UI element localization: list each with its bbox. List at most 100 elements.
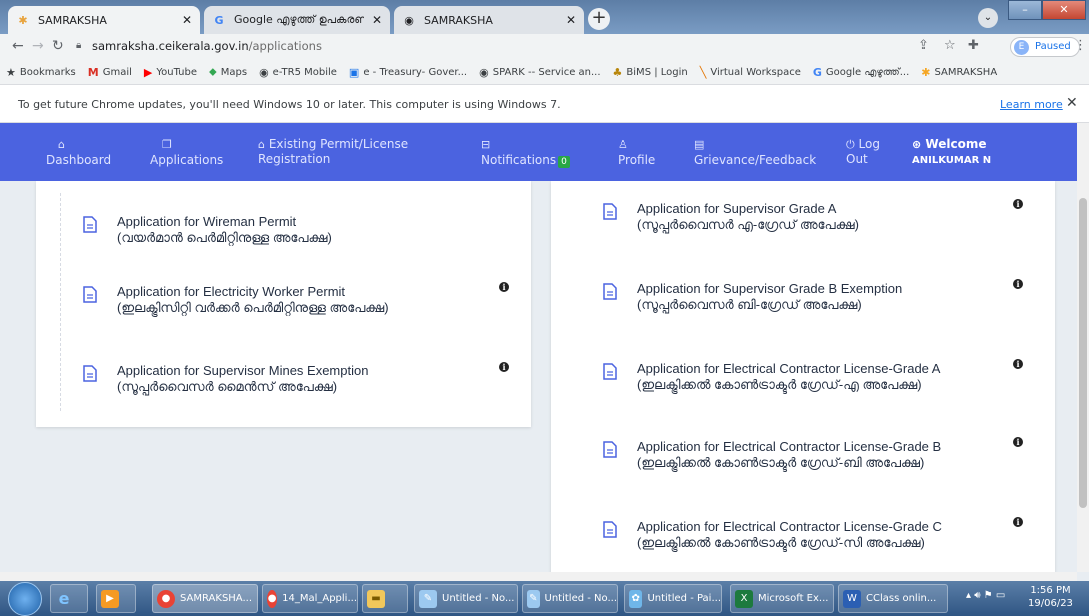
application-item-contractor-a[interactable]: Application for Electrical Contractor Li… (603, 361, 940, 392)
close-icon[interactable]: ✕ (372, 13, 382, 27)
bookmark-item[interactable]: M Gmail (88, 66, 132, 79)
excel-icon: X (735, 589, 753, 608)
nav-notifications[interactable]: ⊟ Notifications 0 (481, 137, 570, 168)
taskbar-item-word[interactable]: W CClass onlin... (838, 584, 948, 613)
info-icon[interactable]: i (1013, 279, 1023, 289)
bookmark-star-icon[interactable]: ☆ (944, 38, 956, 53)
bookmark-item[interactable]: ╲ Virtual Workspace (700, 66, 801, 79)
document-icon (603, 521, 617, 538)
nav-dashboard[interactable]: ⌂ Dashboard (46, 137, 111, 168)
tab-samraksha-active[interactable]: ✱ SAMRAKSHA ✕ (8, 6, 200, 34)
nav-existing-permit[interactable]: ⌂ Existing Permit/License Registration (258, 137, 408, 167)
taskbar-item-chrome-1[interactable]: ● SAMRAKSHA... (152, 584, 258, 613)
bookmark-item[interactable]: ⬥ Maps (209, 65, 247, 79)
learn-more-link[interactable]: Learn more (1000, 98, 1063, 111)
window-controls: – ✕ (1008, 0, 1086, 20)
close-icon[interactable]: ✕ (182, 13, 192, 27)
application-item-supervisor-mines[interactable]: Application for Supervisor Mines Exempti… (83, 363, 368, 394)
close-window-icon[interactable]: ✕ (1042, 0, 1086, 20)
share-icon[interactable]: ⇪ (918, 38, 929, 53)
scrollbar-thumb[interactable] (1079, 198, 1087, 508)
ie-icon: e (58, 589, 70, 608)
bookmark-item[interactable]: G Google എഴുത്ത്... (813, 66, 909, 79)
bookmark-item[interactable]: ◉ e-TR5 Mobile (259, 66, 337, 79)
back-icon[interactable]: ← (12, 38, 24, 54)
close-icon[interactable]: ✕ (1066, 95, 1078, 111)
application-subtitle: (സൂപ്പർവൈസർ എ-ഗ്രേഡ് അപേക്ഷ) (637, 217, 859, 232)
notification-count-badge: 0 (558, 156, 570, 168)
home-icon: ⌂ (258, 138, 265, 151)
timeline-divider (60, 193, 61, 411)
browser-toolbar: ← → ↻ 🔒︎ samraksha.ceikerala.gov.in/appl… (0, 34, 1089, 60)
application-title: Application for Electrical Contractor Li… (637, 519, 942, 534)
application-item-supervisor-b[interactable]: Application for Supervisor Grade B Exemp… (603, 281, 902, 312)
inbox-icon: ⊟ (481, 138, 491, 151)
browser-tabstrip: ✱ SAMRAKSHA ✕ G Google എഴുത്ത് ഉപകരണ ✕ ◉… (0, 0, 1089, 34)
taskbar-ie[interactable]: e (50, 584, 88, 613)
taskbar-item-excel[interactable]: X Microsoft Ex... (730, 584, 834, 613)
bookmark-item[interactable]: ◉ SPARK -- Service an... (479, 66, 600, 79)
taskbar-media[interactable]: ▶ (96, 584, 136, 613)
bookmark-item[interactable]: ✱ SAMRAKSHA (921, 66, 997, 79)
taskbar-item-chrome-2[interactable]: ● 14_Mal_Appli... (262, 584, 358, 613)
close-icon[interactable]: ✕ (566, 13, 576, 27)
bookmark-item[interactable]: ▶ YouTube (144, 66, 197, 79)
nav-logout[interactable]: ⏻ Log Out (846, 137, 880, 167)
new-tab-button[interactable]: + (588, 8, 610, 30)
forward-icon[interactable]: → (32, 38, 44, 54)
application-item-supervisor-a[interactable]: Application for Supervisor Grade A (സൂപ്… (603, 201, 859, 232)
taskbar-explorer[interactable]: ▬ (362, 584, 408, 613)
home-icon: ⌂ (58, 138, 65, 151)
extensions-icon[interactable]: ✚ (968, 38, 979, 53)
address-bar[interactable]: samraksha.ceikerala.gov.in/applications (92, 39, 322, 53)
maps-icon: ⬥ (209, 65, 217, 78)
chrome-icon: ● (267, 589, 278, 608)
lock-icon[interactable]: 🔒︎ (76, 40, 81, 51)
application-item-contractor-c[interactable]: Application for Electrical Contractor Li… (603, 519, 942, 550)
document-icon (83, 216, 97, 233)
info-icon[interactable]: i (1013, 359, 1023, 369)
taskbar-item-notepad-1[interactable]: ✎ Untitled - No... (414, 584, 518, 613)
nav-grievance[interactable]: ▤ Grievance/Feedback (694, 137, 816, 168)
menu-dots-icon[interactable]: ⋮ (1074, 38, 1087, 53)
application-item-wireman[interactable]: Application for Wireman Permit (വയർമാൻ പ… (83, 214, 332, 245)
user-circle-icon: ⊛ (912, 138, 922, 151)
profile-paused-button[interactable]: E Paused (1010, 37, 1080, 57)
application-item-contractor-b[interactable]: Application for Electrical Contractor Li… (603, 439, 941, 470)
taskbar-item-paint[interactable]: ✿ Untitled - Pai... (624, 584, 722, 613)
info-icon[interactable]: i (499, 362, 509, 372)
document-icon (603, 363, 617, 380)
application-subtitle: (ഇലക്ട്രിക്കൽ കോൺട്രാക്ടർ ഗ്രേഡ്-സി അപേക… (637, 535, 925, 550)
paint-icon: ✿ (629, 589, 643, 608)
nav-welcome-user[interactable]: ⊛ Welcome ANILKUMAR N (912, 137, 991, 168)
tab-google-input-tools[interactable]: G Google എഴുത്ത് ഉപകരണ ✕ (204, 6, 390, 34)
application-title: Application for Electrical Contractor Li… (637, 361, 941, 376)
power-icon: ⏻ (846, 138, 855, 151)
application-title: Application for Electrical Contractor Li… (637, 439, 942, 454)
nav-profile[interactable]: ♙ Profile (618, 137, 655, 168)
tab-samraksha-2[interactable]: ◉ SAMRAKSHA ✕ (394, 6, 584, 34)
start-button[interactable] (8, 582, 42, 616)
bookmark-item[interactable]: ★ Bookmarks (6, 66, 76, 79)
star-icon: ★ (6, 65, 16, 79)
minimize-icon[interactable]: – (1008, 0, 1042, 20)
tab-search-button[interactable]: ⌄ (978, 8, 998, 28)
info-icon[interactable]: i (499, 282, 509, 292)
document-icon (603, 283, 617, 300)
info-icon[interactable]: i (1013, 199, 1023, 209)
notepad-icon: ✎ (527, 589, 540, 608)
application-item-electricity-worker[interactable]: Application for Electricity Worker Permi… (83, 284, 389, 315)
bookmark-item[interactable]: ♣ BiMS | Login (613, 66, 688, 79)
info-icon[interactable]: i (1013, 437, 1023, 447)
reload-icon[interactable]: ↻ (52, 38, 64, 54)
system-tray[interactable]: ▴ 🔊︎ ⚑ ▭ (966, 590, 1005, 601)
nav-applications[interactable]: ❐ Applications (150, 137, 223, 168)
taskbar-clock[interactable]: 1:56 PM 19/06/23 (1028, 584, 1073, 610)
url-host: samraksha.ceikerala.gov.in (92, 39, 249, 53)
horizontal-scrollbar[interactable] (0, 572, 1077, 581)
globe-icon: ◉ (404, 13, 414, 27)
taskbar-item-notepad-2[interactable]: ✎ Untitled - No... (522, 584, 618, 613)
username: ANILKUMAR N (912, 155, 992, 166)
info-icon[interactable]: i (1013, 517, 1023, 527)
bookmark-item[interactable]: ▣ e - Treasury- Gover... (349, 66, 467, 79)
